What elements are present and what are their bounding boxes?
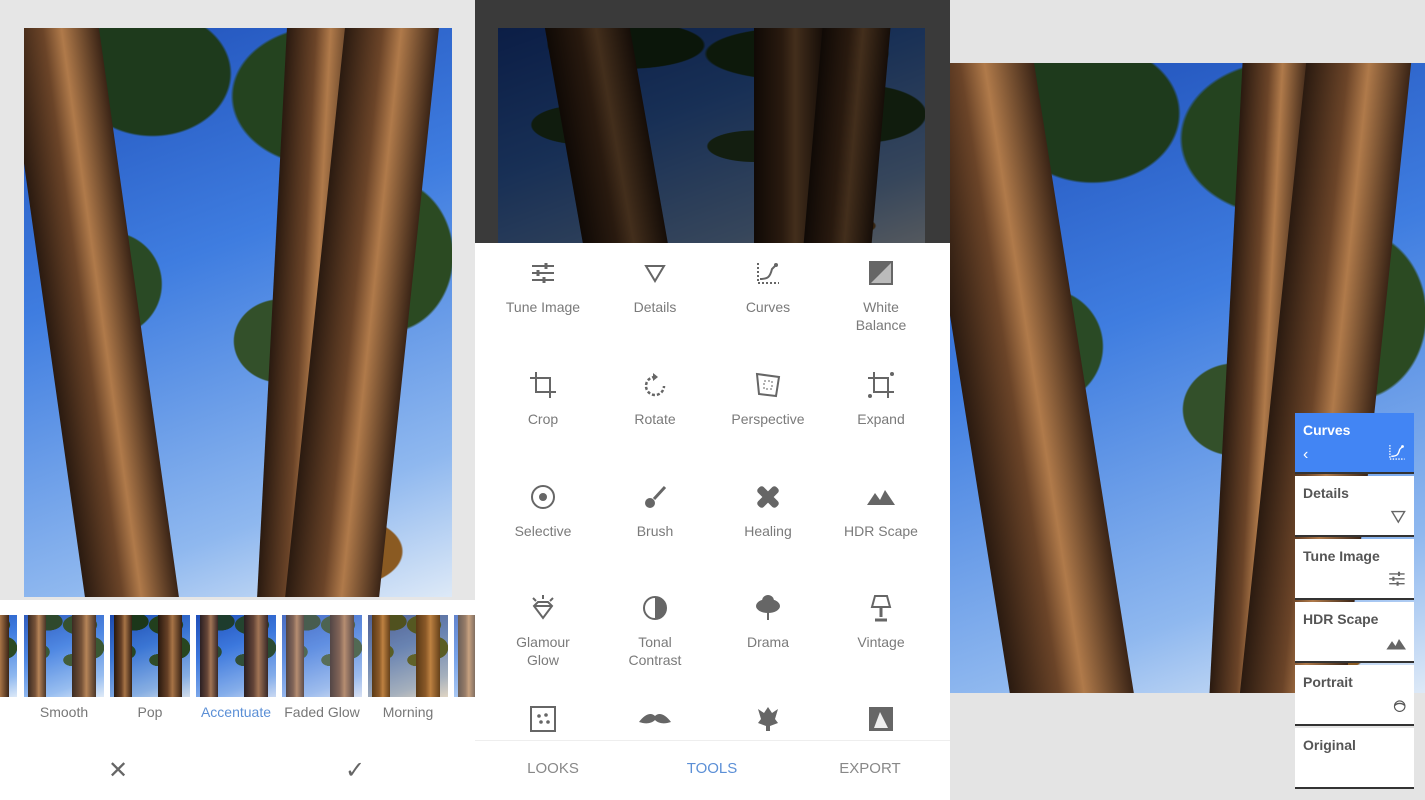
nav-tab-tools[interactable]: TOOLS <box>662 760 762 777</box>
divider <box>475 740 950 741</box>
look-thumbnail[interactable] <box>454 615 475 697</box>
tool-tonal-contrast[interactable]: Tonal Contrast <box>599 593 711 669</box>
edit-stack-item[interactable]: Details <box>1295 476 1414 537</box>
mountains-icon <box>1386 638 1406 653</box>
tool-frame[interactable] <box>825 704 937 734</box>
look-thumbnail[interactable] <box>0 615 17 697</box>
tool-crop[interactable]: Crop <box>487 370 599 428</box>
tool-vintage[interactable]: Vintage <box>825 593 937 651</box>
brush-icon <box>599 482 711 512</box>
look-label[interactable]: Morning <box>363 704 453 720</box>
look-label[interactable]: Faded Glow <box>277 704 367 720</box>
tool-label: Tonal Contrast <box>628 634 682 668</box>
edit-stack-item[interactable]: Curves ‹ <box>1295 413 1414 474</box>
frame-icon <box>825 704 937 734</box>
tool-label: Vintage <box>857 634 905 650</box>
tool-white-balance[interactable]: White Balance <box>825 258 937 334</box>
look-thumbnail[interactable] <box>110 615 190 697</box>
tool-label: White Balance <box>855 299 907 333</box>
lamp-icon <box>825 593 937 623</box>
look-thumbnail[interactable] <box>368 615 448 697</box>
look-thumbnail[interactable] <box>24 615 104 697</box>
bandage-icon <box>712 482 824 512</box>
tool-label: Curves <box>745 299 791 315</box>
tool-brush[interactable]: Brush <box>599 482 711 540</box>
triangle-down-icon <box>1390 510 1406 528</box>
looks-screen: tSmoothPopAccentuateFaded GlowMorning ✕ … <box>0 0 475 800</box>
photo-preview <box>24 28 452 597</box>
tool-label: Details <box>633 299 677 315</box>
edit-stack-item[interactable]: Portrait <box>1295 665 1414 726</box>
nav-tab-export[interactable]: EXPORT <box>820 760 920 777</box>
tool-label: Drama <box>746 634 789 650</box>
tool-label: Brush <box>636 523 674 539</box>
looks-filmstrip[interactable] <box>0 615 475 697</box>
mountains-icon <box>825 482 937 512</box>
edit-stack-item[interactable]: HDR Scape <box>1295 602 1414 663</box>
crop-icon <box>487 370 599 400</box>
tool-tune-image[interactable]: Tune Image <box>487 258 599 316</box>
tool-perspective[interactable]: Perspective <box>712 370 824 428</box>
tool-hdr-scape[interactable]: HDR Scape <box>825 482 937 540</box>
target-icon <box>487 482 599 512</box>
photo-preview <box>498 28 925 243</box>
tool-grain[interactable] <box>487 704 599 734</box>
cloud-icon <box>712 593 824 623</box>
face-icon <box>1393 700 1406 716</box>
check-icon[interactable]: ✓ <box>340 756 370 785</box>
tool-label: Expand <box>857 411 905 427</box>
tool-healing[interactable]: Healing <box>712 482 824 540</box>
tool-details[interactable]: Details <box>599 258 711 316</box>
look-thumbnail[interactable] <box>196 615 276 697</box>
curves-icon <box>712 258 824 288</box>
tool-label: Perspective <box>731 411 805 427</box>
edit-stack-item[interactable]: Original <box>1295 728 1414 789</box>
grain-icon <box>487 704 599 734</box>
look-label[interactable]: Accentuate <box>191 704 281 720</box>
close-icon[interactable]: ✕ <box>103 756 133 785</box>
tool-drama[interactable]: Drama <box>712 593 824 651</box>
white-balance-icon <box>825 258 937 288</box>
contrast-icon <box>599 593 711 623</box>
edit-label: Curves <box>1303 422 1351 438</box>
tool-label: Healing <box>744 523 792 539</box>
tool-rotate[interactable]: Rotate <box>599 370 711 428</box>
triangle-down-icon <box>599 258 711 288</box>
tool-mustache[interactable] <box>599 704 711 734</box>
look-label[interactable]: Smooth <box>19 704 109 720</box>
rotate-icon <box>599 370 711 400</box>
tool-dragon[interactable] <box>712 704 824 734</box>
edit-label: Tune Image <box>1303 548 1380 564</box>
mustache-icon <box>599 704 711 734</box>
tool-label: Crop <box>527 411 559 427</box>
edit-label: Original <box>1303 737 1356 753</box>
tool-expand[interactable]: Expand <box>825 370 937 428</box>
perspective-icon <box>712 370 824 400</box>
back-chevron-icon[interactable]: ‹ <box>1303 446 1308 464</box>
nav-tab-looks[interactable]: LOOKS <box>503 760 603 777</box>
edit-label: HDR Scape <box>1303 611 1379 627</box>
tool-glamour-glow[interactable]: Glamour Glow <box>487 593 599 669</box>
tool-selective[interactable]: Selective <box>487 482 599 540</box>
dragon-icon <box>712 704 824 734</box>
sliders-icon <box>1388 571 1406 590</box>
curves-icon <box>1388 444 1406 464</box>
expand-icon <box>825 370 937 400</box>
tool-label: HDR Scape <box>844 523 918 539</box>
look-label[interactable]: Pop <box>105 704 195 720</box>
tool-curves[interactable]: Curves <box>712 258 824 316</box>
edit-label: Portrait <box>1303 674 1353 690</box>
look-thumbnail[interactable] <box>282 615 362 697</box>
tool-label: Glamour Glow <box>516 634 570 668</box>
tool-label: Rotate <box>634 411 676 427</box>
diamond-icon <box>487 593 599 623</box>
tool-label: Selective <box>514 523 572 539</box>
tools-screen: Tune Image Details Curves White Balance Crop… <box>475 0 950 800</box>
tool-label: Tune Image <box>505 299 581 315</box>
edit-stack-item[interactable]: Tune Image <box>1295 539 1414 600</box>
edit-label: Details <box>1303 485 1349 501</box>
sliders-icon <box>487 258 599 288</box>
